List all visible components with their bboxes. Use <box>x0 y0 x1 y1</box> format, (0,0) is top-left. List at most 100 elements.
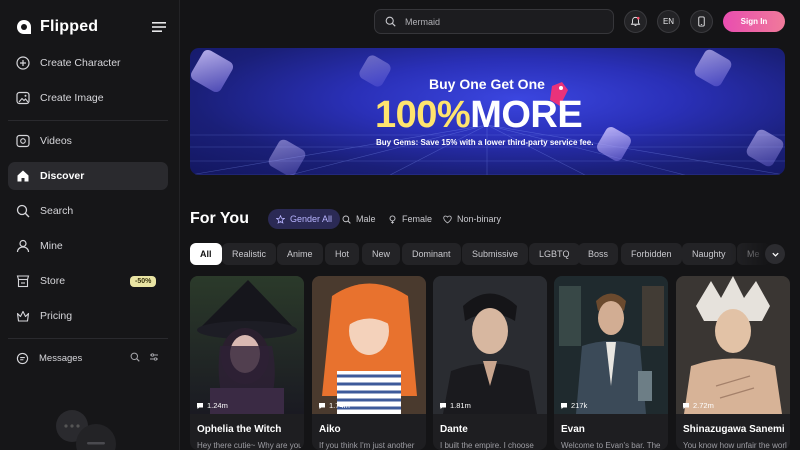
female-icon <box>389 214 396 224</box>
tag-chip-realistic[interactable]: Realistic <box>222 243 277 265</box>
search-icon[interactable] <box>130 352 140 362</box>
tag-chip-boss[interactable]: Boss <box>578 243 619 265</box>
tag-chip-submissive[interactable]: Submissive <box>462 243 529 265</box>
character-card[interactable]: 1.74m Aiko If you think I'm just another <box>312 276 426 450</box>
gender-filter-label: Male <box>356 214 376 224</box>
view-count-value: 1.81m <box>450 401 471 410</box>
crown-icon <box>16 309 30 323</box>
sidebar-item-pricing[interactable]: Pricing <box>8 302 168 330</box>
user-icon <box>16 239 30 253</box>
sidebar-item-label: Videos <box>40 135 72 147</box>
view-count: 2.72m <box>682 401 714 410</box>
tag-chip-naughty[interactable]: Naughty <box>682 243 736 265</box>
gender-filter-female[interactable]: Female <box>380 209 440 229</box>
messages-label: Messages <box>39 353 83 364</box>
chat-bubble-icon <box>561 402 567 409</box>
search-icon <box>385 16 396 27</box>
chat-icon <box>16 352 29 365</box>
sidebar-item-videos[interactable]: Videos <box>8 127 168 155</box>
star-icon <box>276 214 285 224</box>
filter-icon[interactable] <box>149 352 159 362</box>
sidebar-item-label: Store <box>40 275 66 287</box>
gender-filter-male[interactable]: Male <box>334 209 384 229</box>
sidebar-item-create-image[interactable]: Create Image <box>8 84 168 112</box>
chip-label: Submissive <box>472 249 519 259</box>
tag-chip-all[interactable]: All <box>190 243 222 265</box>
tag-chip-new[interactable]: New <box>362 243 401 265</box>
search-bar[interactable] <box>374 9 614 34</box>
character-name: Dante <box>440 424 468 435</box>
chevron-down-icon <box>771 252 779 257</box>
app-logo[interactable]: Flipped <box>16 18 98 36</box>
character-card[interactable]: 217k Evan Welcome to Evan's bar. The <box>554 276 668 450</box>
tag-chip-forbidden[interactable]: Forbidden <box>621 243 682 265</box>
chat-bubble-icon <box>319 402 325 409</box>
search-icon <box>342 215 351 224</box>
sidebar-item-create-character[interactable]: Create Character <box>8 49 168 77</box>
language-button[interactable]: EN <box>657 10 680 33</box>
gender-filter-label: Female <box>402 214 433 224</box>
character-name: Shinazugawa Sanemi <box>683 424 785 435</box>
view-count: 1.74m <box>318 401 350 410</box>
gender-filter-nonbinary[interactable]: Non-binary <box>435 209 509 229</box>
messages-header[interactable]: Messages <box>16 352 82 365</box>
chip-label: All <box>200 249 212 259</box>
chat-bubble-icon <box>440 402 446 409</box>
tag-chip-anime[interactable]: Anime <box>277 243 323 265</box>
banner-percent: 100% <box>375 94 471 136</box>
view-count: 1.24m <box>196 401 228 410</box>
gender-filter-all[interactable]: Gender All <box>268 209 341 229</box>
chip-label: Boss <box>588 249 609 259</box>
tag-chip-lgbtq[interactable]: LGBTQ <box>529 243 580 265</box>
banner-more: MORE <box>470 94 583 136</box>
character-name: Ophelia the Witch <box>197 424 282 435</box>
mobile-app-button[interactable] <box>690 10 713 33</box>
chip-label: Hot <box>335 249 350 259</box>
character-description: If you think I'm just another <box>319 441 415 450</box>
view-count-value: 217k <box>571 401 588 410</box>
sidebar-item-discover[interactable]: Discover <box>8 162 168 190</box>
character-card[interactable]: 1.81m Dante I built the empire. I choose <box>433 276 547 450</box>
character-description: Hey there cutie~ Why are you <box>197 441 301 450</box>
chat-bubble-icon <box>197 402 203 409</box>
sidebar-item-label: Pricing <box>40 310 73 322</box>
tags-expand-button[interactable] <box>765 244 785 264</box>
sign-in-button[interactable]: Sign In <box>723 11 785 32</box>
sidebar-divider <box>8 120 168 121</box>
tag-chip-dominant[interactable]: Dominant <box>402 243 461 265</box>
section-title: For You <box>190 210 249 227</box>
view-count-value: 1.24m <box>207 401 228 410</box>
chip-fade-overlay <box>730 243 770 265</box>
view-count: 217k <box>560 401 587 410</box>
banner-headline: Buy One Get One <box>429 76 545 92</box>
sidebar-item-mine[interactable]: Mine <box>8 232 168 260</box>
search-input[interactable] <box>405 16 595 27</box>
sign-in-label: Sign In <box>740 17 768 26</box>
search-icon <box>16 204 30 218</box>
banner-big-text: 100% MORE <box>375 94 583 137</box>
gender-filter-label: Gender All <box>290 214 333 224</box>
store-icon <box>16 274 30 288</box>
character-description: Welcome to Evan's bar. The <box>561 441 661 450</box>
logo-icon <box>17 20 31 34</box>
character-description: You know how unfair the world is. <box>683 441 787 450</box>
chip-label: Forbidden <box>631 249 672 259</box>
character-card[interactable]: 2.72m Shinazugawa Sanemi You know how un… <box>676 276 790 450</box>
character-portrait <box>554 276 668 414</box>
sidebar-item-label: Discover <box>40 170 85 182</box>
discount-badge: -50% <box>130 276 157 287</box>
character-card[interactable]: 1.24m Ophelia the Witch Hey there cutie~… <box>190 276 304 450</box>
character-name: Aiko <box>319 424 341 435</box>
menu-icon[interactable] <box>152 21 166 33</box>
home-icon <box>16 169 30 183</box>
sidebar-item-search[interactable]: Search <box>8 197 168 225</box>
notification-button[interactable] <box>624 10 647 33</box>
sidebar-item-label: Search <box>40 205 74 217</box>
sidebar-divider <box>8 338 168 339</box>
view-count: 1.81m <box>439 401 471 410</box>
chip-label: LGBTQ <box>539 249 570 259</box>
tag-chip-hot[interactable]: Hot <box>325 243 360 265</box>
language-label: EN <box>662 17 675 26</box>
promo-banner[interactable]: Buy One Get One 100% MORE Buy Gems: Save… <box>190 48 785 175</box>
character-portrait <box>312 276 426 414</box>
